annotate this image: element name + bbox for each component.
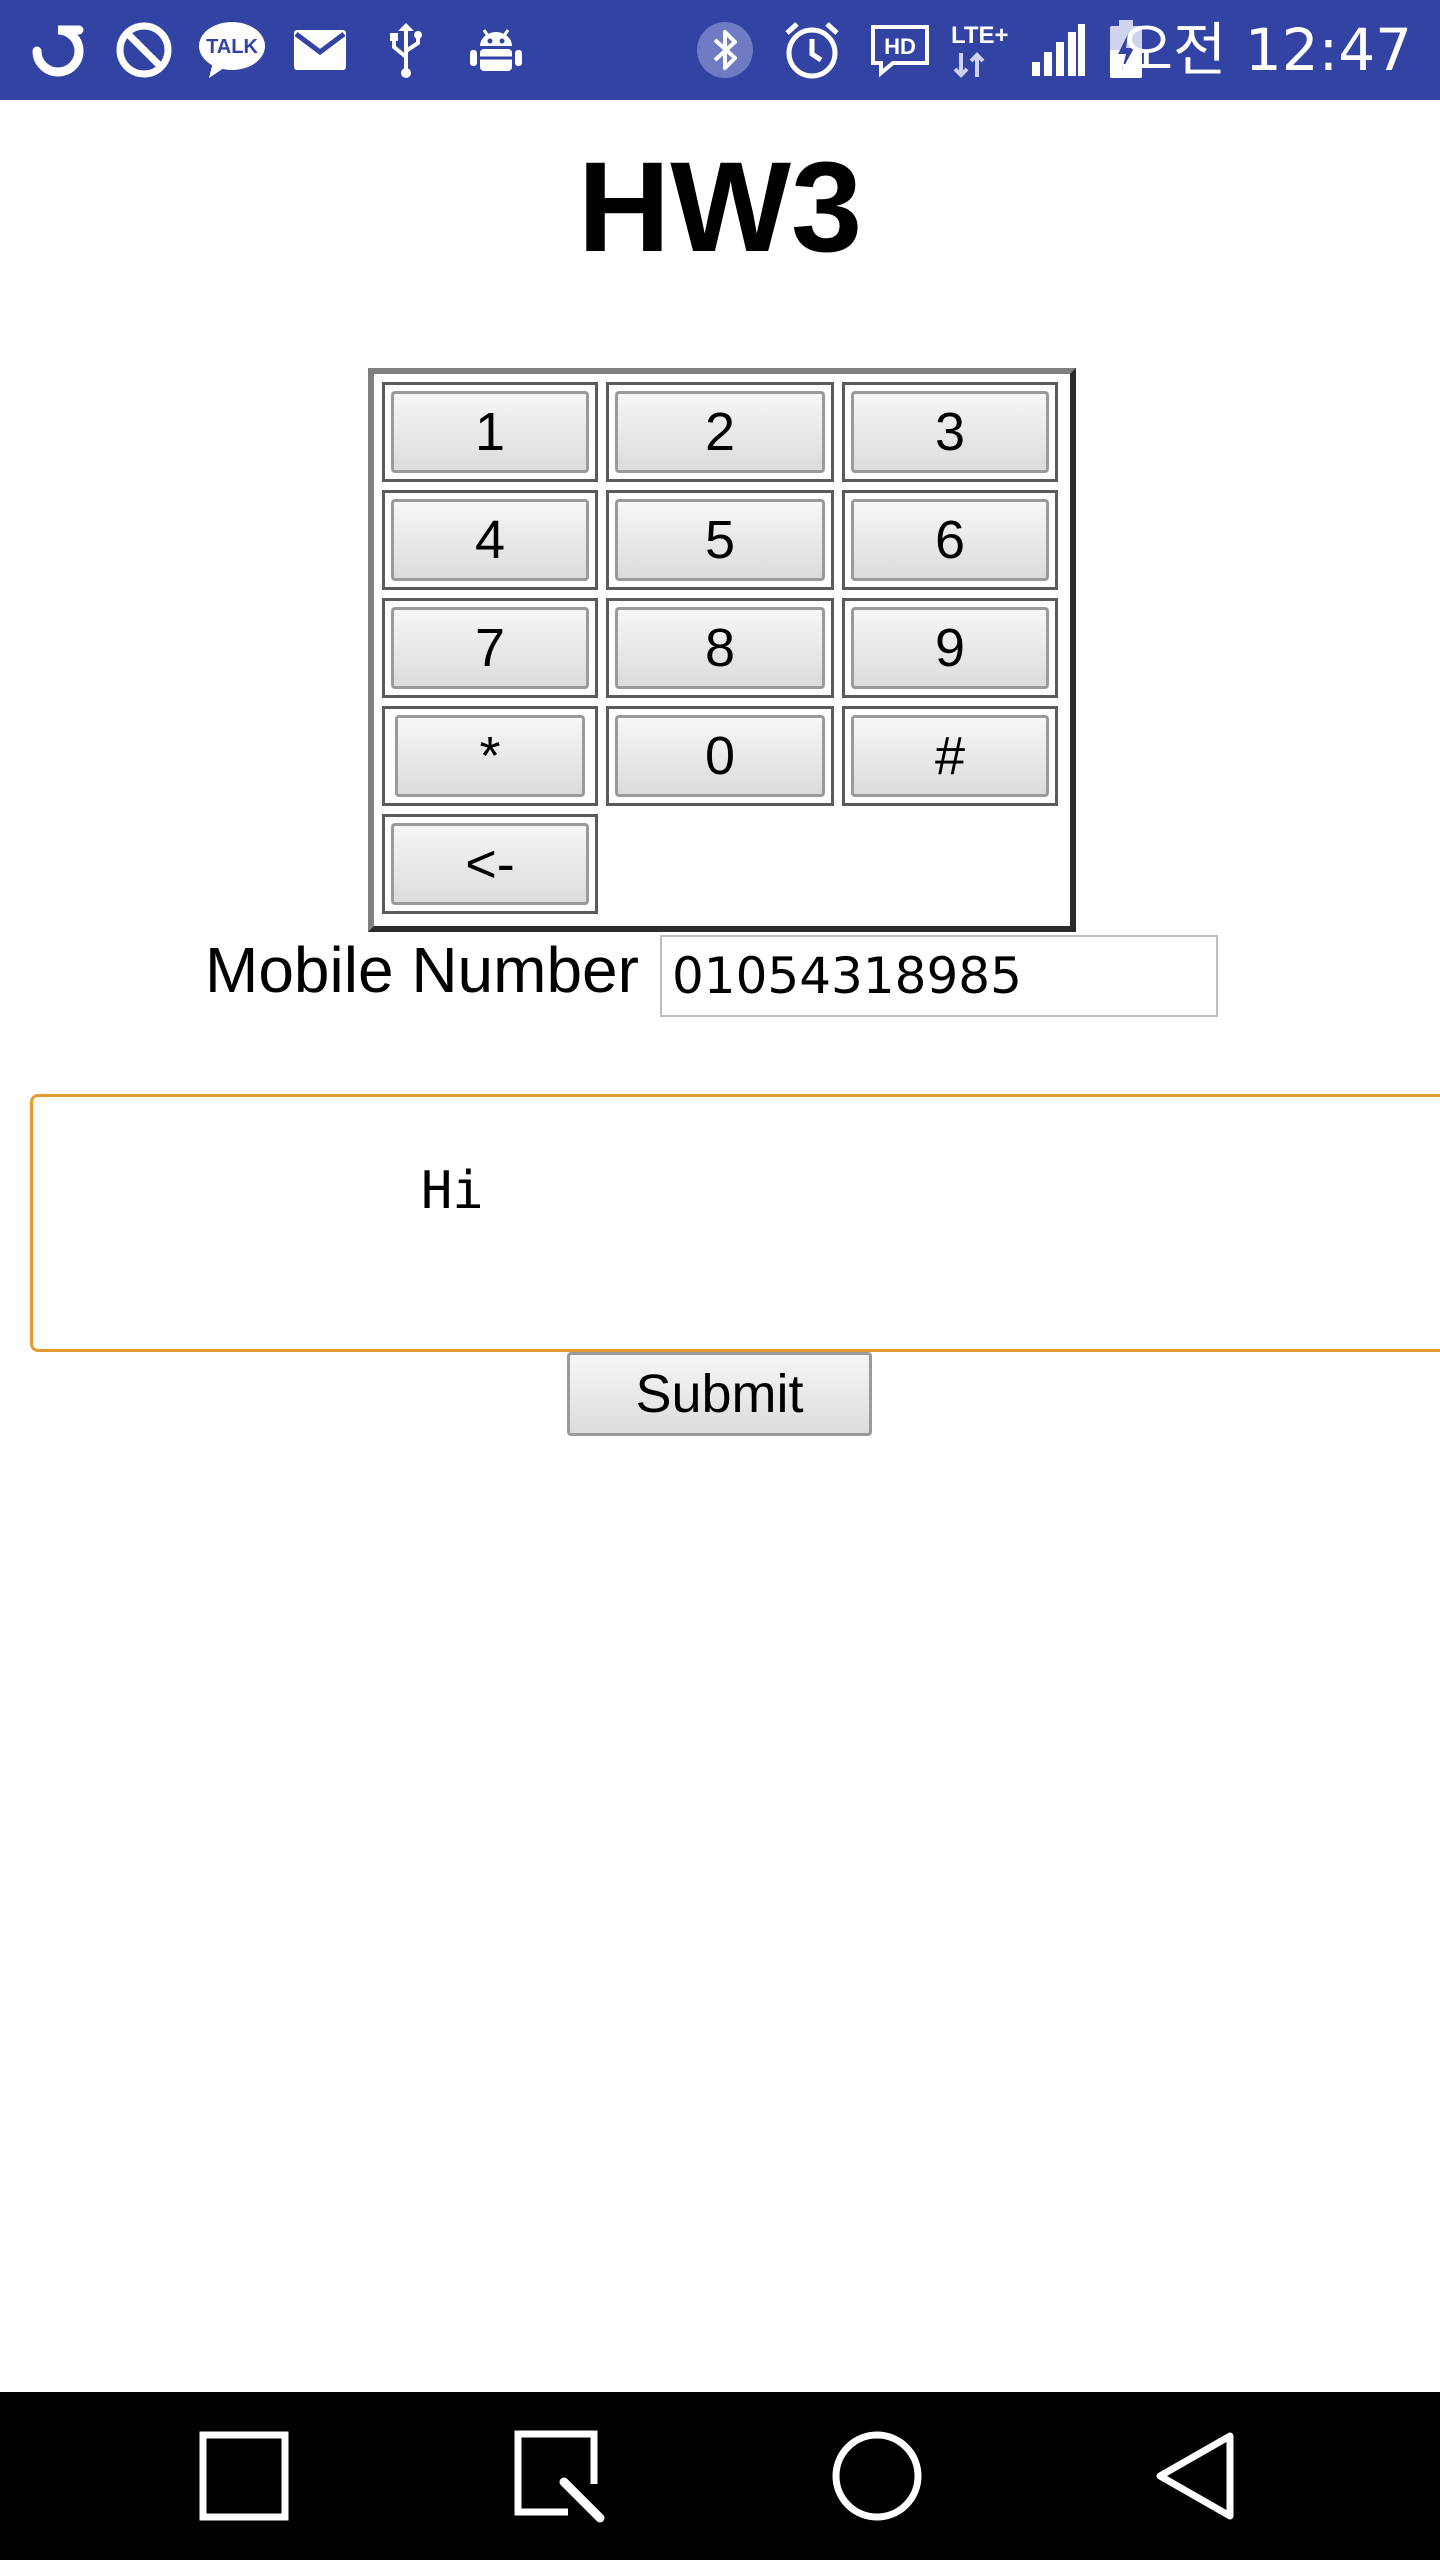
key-7-button[interactable]: 7 — [391, 607, 589, 689]
key-1-button[interactable]: 1 — [391, 391, 589, 473]
svg-text:LTE+: LTE+ — [951, 22, 1009, 49]
keypad-cell: # — [842, 706, 1058, 806]
home-icon[interactable] — [827, 2426, 927, 2526]
backspace-button[interactable]: <- — [391, 823, 589, 905]
keypad-cell: 9 — [842, 598, 1058, 698]
key-3-button[interactable]: 3 — [851, 391, 1049, 473]
kakaotalk-icon: TALK — [196, 18, 268, 82]
keypad-cell: * — [382, 706, 598, 806]
lte-icon: LTE+ — [948, 18, 1022, 82]
keypad-cell: <- — [382, 814, 598, 914]
alarm-icon — [780, 18, 844, 82]
keypad-cell: 7 — [382, 598, 598, 698]
signal-icon — [1028, 18, 1088, 82]
keypad-cell: 3 — [842, 382, 1058, 482]
keypad-cell: 0 — [606, 706, 834, 806]
key-2-button[interactable]: 2 — [615, 391, 825, 473]
status-bar: TALK HD LTE+ 오전 12:47 — [0, 0, 1440, 100]
key-0-button[interactable]: 0 — [615, 715, 825, 797]
svg-text:TALK: TALK — [206, 36, 258, 58]
navigation-bar — [0, 2392, 1440, 2560]
blocked-icon — [112, 18, 176, 82]
android-debug-icon — [466, 18, 526, 82]
keypad-cell: 8 — [606, 598, 834, 698]
keypad: 1 2 3 4 5 6 7 8 9 * 0 # <- — [368, 368, 1076, 932]
bluetooth-icon — [694, 18, 756, 82]
key-star-button[interactable]: * — [395, 715, 585, 797]
key-6-button[interactable]: 6 — [851, 499, 1049, 581]
keypad-cell: 5 — [606, 490, 834, 590]
status-time: 오전 12:47 — [1119, 16, 1412, 84]
recent-apps-icon[interactable] — [194, 2426, 294, 2526]
message-textarea[interactable]: Hi — [30, 1094, 1440, 1352]
key-hash-button[interactable]: # — [851, 715, 1049, 797]
page-title: HW3 — [577, 136, 863, 279]
key-4-button[interactable]: 4 — [391, 499, 589, 581]
mobile-number-field[interactable] — [660, 935, 1218, 1017]
keypad-cell: 1 — [382, 382, 598, 482]
app-notification-icon — [26, 18, 90, 82]
hd-voice-icon: HD — [868, 18, 932, 82]
mobile-number-label: Mobile Number — [205, 934, 639, 1006]
usb-icon — [382, 18, 430, 82]
screenshot-icon[interactable] — [510, 2426, 610, 2526]
keypad-cell: 4 — [382, 490, 598, 590]
keypad-cell: 6 — [842, 490, 1058, 590]
back-icon[interactable] — [1146, 2426, 1246, 2526]
submit-button[interactable]: Submit — [567, 1352, 872, 1436]
mail-icon — [290, 18, 350, 82]
svg-text:HD: HD — [884, 34, 916, 59]
key-8-button[interactable]: 8 — [615, 607, 825, 689]
keypad-cell: 2 — [606, 382, 834, 482]
key-5-button[interactable]: 5 — [615, 499, 825, 581]
key-9-button[interactable]: 9 — [851, 607, 1049, 689]
